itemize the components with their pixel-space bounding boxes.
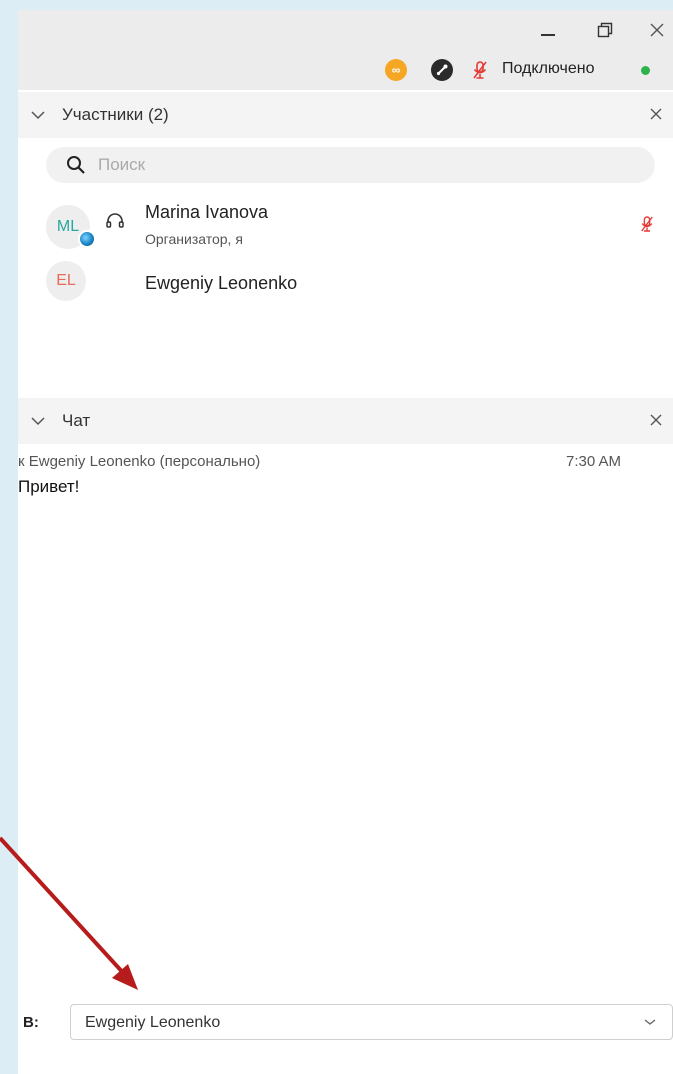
participant-item[interactable]: ML Marina Ivanova Организатор, я: [18, 200, 673, 256]
avatar-initials: EL: [56, 272, 76, 289]
search-input[interactable]: [98, 152, 618, 178]
avatar-initials: ML: [56, 218, 80, 235]
participant-item[interactable]: EL Ewgeniy Leonenko: [18, 258, 673, 314]
infinity-badge-label: ∞: [391, 63, 401, 77]
microphone-muted-icon[interactable]: [640, 215, 654, 233]
chevron-down-icon[interactable]: [30, 107, 46, 123]
chat-title: Чат: [62, 411, 91, 430]
recipient-label: В:: [23, 1014, 39, 1031]
chat-message-text: Привет!: [18, 477, 80, 496]
minimize-button[interactable]: [533, 16, 563, 44]
participant-role: Организатор, я: [145, 231, 243, 247]
meeting-side-panel: ∞ Подключено Участники (2) ML Marina Iva…: [18, 10, 673, 1074]
connection-status-row: ∞ Подключено: [18, 58, 673, 82]
participant-name: Ewgeniy Leonenko: [145, 273, 298, 293]
online-status-dot: [641, 66, 650, 75]
participants-title: Участники (2): [62, 105, 169, 124]
restore-icon: [597, 22, 613, 38]
close-window-button[interactable]: [642, 16, 672, 44]
infinity-icon[interactable]: ∞: [385, 59, 407, 81]
headset-icon: [106, 213, 124, 228]
chat-message-meta: к Ewgeniy Leonenko (персонально) 7:30 AM: [18, 453, 673, 471]
chevron-down-icon[interactable]: [30, 413, 46, 429]
message-recipient: к Ewgeniy Leonenko (персонально): [18, 453, 261, 470]
network-glyph-icon: [436, 64, 448, 76]
search-icon: [67, 156, 85, 174]
chat-recipient-row: В: Ewgeniy Leonenko: [18, 1004, 673, 1044]
close-icon[interactable]: [648, 412, 664, 428]
app-badge-icon: [78, 230, 96, 248]
recipient-dropdown[interactable]: Ewgeniy Leonenko: [70, 1004, 673, 1040]
close-icon[interactable]: [648, 106, 664, 122]
participant-search-box[interactable]: [46, 147, 655, 183]
title-bar: ∞ Подключено: [18, 10, 673, 90]
avatar: EL: [46, 261, 86, 301]
restore-button[interactable]: [590, 16, 620, 44]
chevron-down-icon: [644, 1019, 656, 1025]
recipient-selected-value: Ewgeniy Leonenko: [85, 1014, 221, 1031]
participants-section-header[interactable]: Участники (2): [18, 92, 673, 138]
microphone-muted-icon[interactable]: [472, 60, 488, 85]
connection-status-text: Подключено: [502, 60, 595, 77]
minimize-icon: [541, 34, 555, 36]
message-time: 7:30 AM: [566, 453, 622, 470]
participant-name: Marina Ivanova: [145, 202, 269, 222]
chat-section-header[interactable]: Чат: [18, 398, 673, 444]
close-icon: [650, 23, 664, 37]
network-icon[interactable]: [431, 59, 453, 81]
